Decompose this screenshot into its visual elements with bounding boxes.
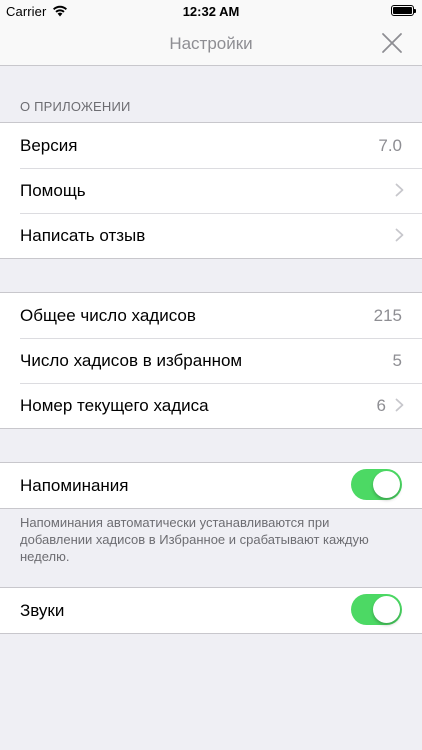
reminders-row: Напоминания: [0, 463, 422, 508]
reminders-group: Напоминания: [0, 462, 422, 509]
reminders-toggle[interactable]: [351, 469, 402, 500]
version-value: 7.0: [378, 136, 402, 155]
toggle-knob: [373, 471, 400, 498]
total-hadiths-value: 215: [373, 306, 402, 325]
navigation-bar: Настройки: [0, 22, 422, 66]
favorites-count-value: 5: [392, 351, 402, 370]
section-header-about: О ПРИЛОЖЕНИИ: [20, 99, 131, 114]
write-review-row[interactable]: Написать отзыв: [0, 213, 422, 258]
reminders-note: Напоминания автоматически устанавливаютс…: [20, 515, 369, 564]
current-hadith-row[interactable]: Номер текущего хадиса 6: [0, 383, 422, 428]
about-group: Версия 7.0 Помощь Написать отзыв: [0, 122, 422, 259]
help-row[interactable]: Помощь: [0, 168, 422, 213]
chevron-right-icon: [395, 183, 404, 197]
sounds-row: Звуки: [0, 588, 422, 633]
favorites-count-row: Число хадисов в избранном 5: [0, 338, 422, 383]
close-icon[interactable]: [380, 31, 404, 55]
toggle-knob: [373, 596, 400, 623]
version-label: Версия: [20, 136, 78, 155]
sounds-toggle[interactable]: [351, 594, 402, 625]
total-hadiths-label: Общее число хадисов: [20, 306, 196, 325]
current-hadith-value: 6: [376, 396, 386, 415]
sounds-label: Звуки: [20, 601, 65, 620]
help-label: Помощь: [20, 181, 86, 200]
version-row: Версия 7.0: [0, 123, 422, 168]
page-title: Настройки: [169, 34, 253, 53]
chevron-right-icon: [395, 228, 404, 242]
favorites-count-label: Число хадисов в избранном: [20, 351, 243, 370]
battery-icon: [391, 5, 416, 16]
reminders-label: Напоминания: [20, 476, 129, 495]
sounds-group: Звуки: [0, 587, 422, 634]
write-review-label: Написать отзыв: [20, 226, 146, 245]
status-bar: Carrier 12:32 AM: [0, 0, 422, 22]
current-hadith-label: Номер текущего хадиса: [20, 396, 209, 415]
stats-group: Общее число хадисов 215 Число хадисов в …: [0, 292, 422, 429]
clock: 12:32 AM: [182, 4, 240, 19]
chevron-right-icon: [395, 398, 404, 412]
total-hadiths-row: Общее число хадисов 215: [0, 293, 422, 338]
